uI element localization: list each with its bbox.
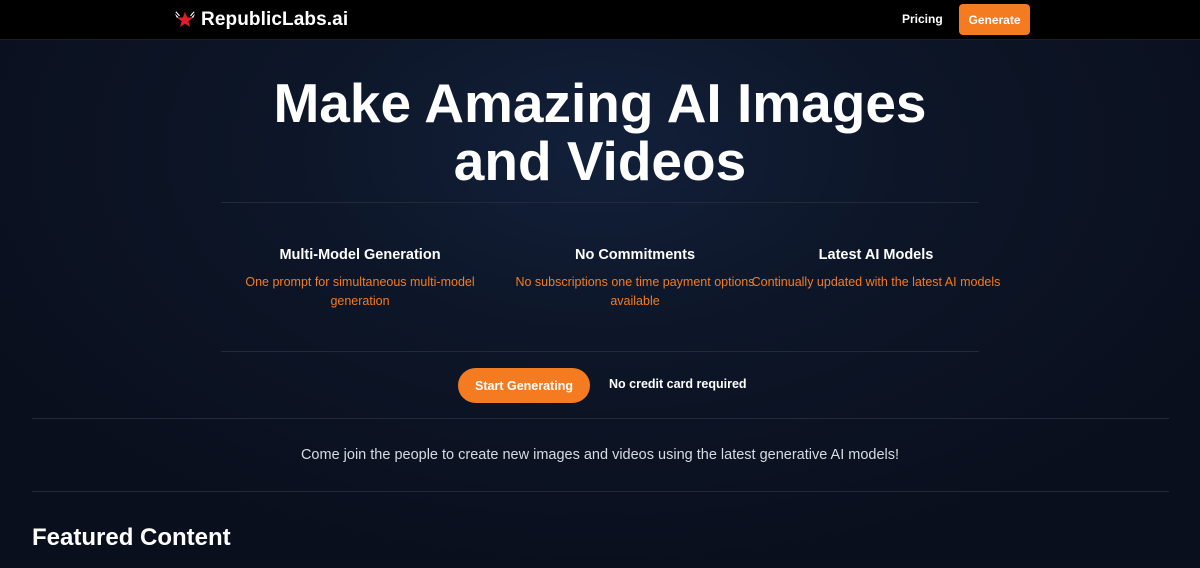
featured-content-heading: Featured Content	[32, 524, 231, 551]
feature-title: Multi-Model Generation	[279, 247, 441, 263]
logo-link[interactable]: RepublicLabs.ai	[174, 8, 348, 32]
hero-title-line-2: and Videos	[453, 130, 747, 192]
generate-button[interactable]: Generate	[959, 4, 1030, 35]
divider	[32, 418, 1169, 419]
feature-title: Latest AI Models	[818, 247, 934, 263]
divider	[221, 202, 979, 203]
feature-description: One prompt for simultaneous multi-model …	[245, 275, 475, 308]
feature-multi-model: Multi-Model Generation One prompt for si…	[230, 246, 490, 311]
divider	[221, 351, 979, 352]
divider	[32, 491, 1169, 492]
start-generating-button[interactable]: Start Generating	[458, 368, 590, 403]
tagline: Come join the people to create new image…	[300, 447, 900, 463]
feature-description: No subscriptions one time payment option…	[515, 275, 755, 308]
star-wings-logo-icon	[174, 11, 196, 27]
hero-title-line-1: Make Amazing AI Images	[273, 72, 927, 134]
top-nav-bar: RepublicLabs.ai Pricing Generate	[0, 0, 1200, 40]
logo-text: RepublicLabs.ai	[201, 9, 349, 30]
no-credit-card-note: No credit card required	[609, 377, 747, 391]
feature-description: Continually updated with the latest AI m…	[751, 275, 1001, 289]
hero-title: Make Amazing AI Images and Videos	[200, 74, 1000, 190]
feature-no-commitments: No Commitments No subscriptions one time…	[505, 246, 765, 311]
feature-title: No Commitments	[574, 247, 696, 263]
feature-latest-models: Latest AI Models Continually updated wit…	[746, 246, 1006, 292]
pricing-link[interactable]: Pricing	[902, 12, 943, 26]
page: RepublicLabs.ai Pricing Generate Make Am…	[0, 0, 1200, 568]
